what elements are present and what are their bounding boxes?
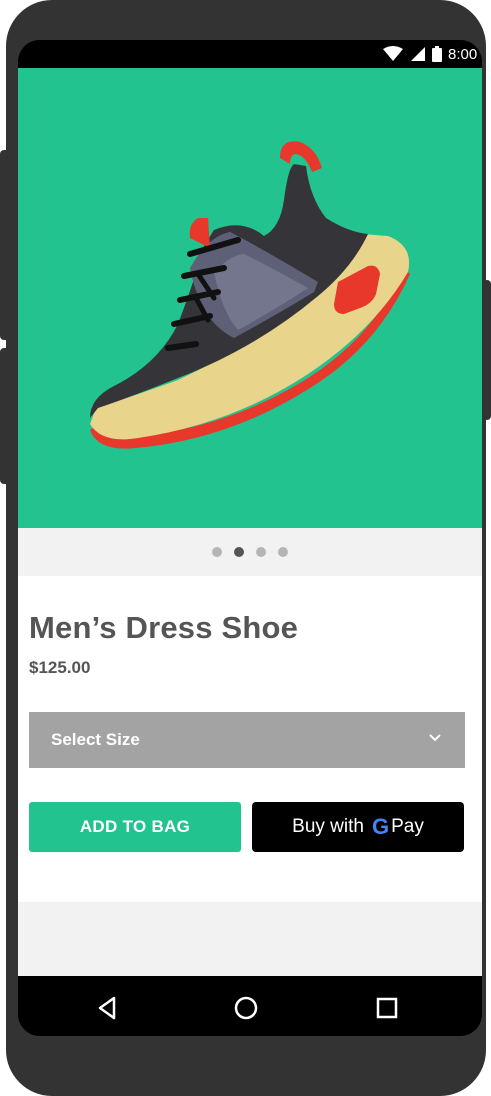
add-to-bag-button[interactable]: ADD TO BAG: [29, 802, 241, 852]
add-to-bag-label: ADD TO BAG: [79, 817, 191, 836]
content-footer: [18, 902, 482, 976]
pager-dot[interactable]: [234, 547, 244, 557]
image-pager: [18, 528, 482, 576]
buy-with-gpay-button[interactable]: Buy with G Pay: [252, 802, 464, 852]
size-select[interactable]: Select Size: [29, 712, 465, 768]
gpay-prefix: Buy with: [292, 816, 364, 837]
wifi-icon: [383, 46, 403, 61]
home-icon[interactable]: [232, 994, 260, 1022]
screen: 8:00 Men’s Dress Shoe $125.00 Select Siz…: [18, 40, 482, 1036]
google-g-logo: G: [371, 814, 390, 839]
pager-dot[interactable]: [256, 547, 266, 557]
gpay-suffix: Pay: [391, 816, 424, 837]
size-select-label: Select Size: [51, 730, 140, 749]
pager-dot[interactable]: [212, 547, 222, 557]
navigation-bar: [18, 976, 482, 1036]
pager-dots: [18, 528, 482, 576]
chevron-down-icon: [429, 734, 441, 742]
product-image[interactable]: [18, 68, 482, 528]
status-bar: 8:00: [18, 40, 482, 68]
back-icon[interactable]: [94, 994, 122, 1022]
phone-frame: 8:00 Men’s Dress Shoe $125.00 Select Siz…: [6, 0, 486, 1096]
product-price: $125.00: [29, 658, 91, 677]
signal-icon: [411, 47, 425, 61]
pager-dot[interactable]: [278, 547, 288, 557]
status-time: 8:00: [448, 45, 478, 63]
product-details: Men’s Dress Shoe $125.00 Select Size ADD…: [18, 576, 482, 902]
product-title: Men’s Dress Shoe: [29, 610, 299, 645]
recents-icon[interactable]: [373, 994, 401, 1022]
shoe-illustration: [90, 141, 410, 449]
battery-icon: [432, 46, 442, 62]
